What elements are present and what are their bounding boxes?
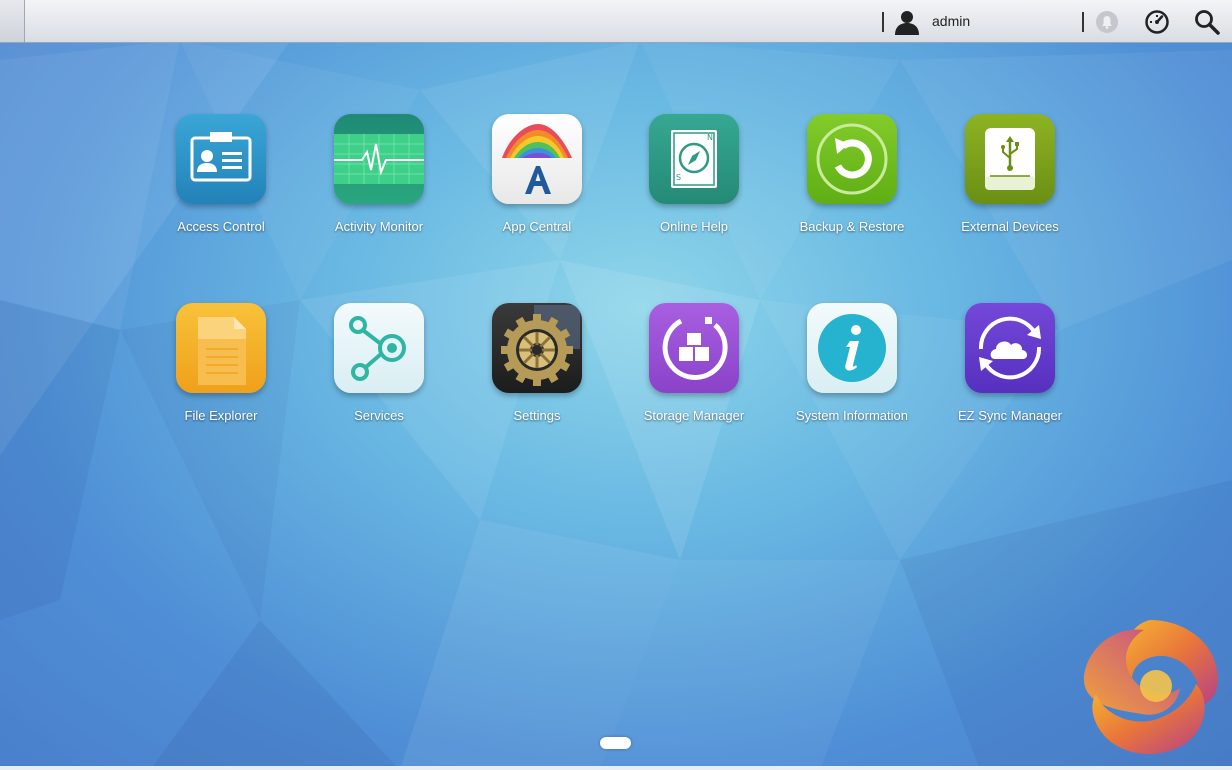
- app-file-explorer[interactable]: File Explorer: [146, 303, 296, 425]
- app-label: Storage Manager: [643, 408, 745, 423]
- app-label: Backup & Restore: [799, 219, 905, 234]
- system-information-icon: [807, 303, 897, 393]
- search-icon[interactable]: [1193, 8, 1221, 36]
- top-bar: admin: [0, 0, 1232, 43]
- app-app-central[interactable]: App Central: [462, 114, 612, 236]
- online-help-icon: N S: [649, 114, 739, 204]
- app-activity-monitor[interactable]: Activity Monitor: [304, 114, 454, 236]
- app-access-control[interactable]: Access Control: [146, 114, 296, 236]
- app-system-information[interactable]: System Information: [777, 303, 927, 425]
- site-watermark-logo: [1078, 614, 1223, 759]
- activity-monitor-icon: [334, 114, 424, 204]
- app-central-icon: [492, 114, 582, 204]
- app-label: Access Control: [177, 219, 265, 234]
- app-label: Activity Monitor: [334, 219, 424, 234]
- compass-n-glyph: N: [707, 133, 713, 142]
- app-storage-manager[interactable]: Storage Manager: [619, 303, 769, 425]
- app-services[interactable]: Services: [304, 303, 454, 425]
- access-control-icon: [176, 114, 266, 204]
- page-indicator-dot[interactable]: [600, 737, 631, 749]
- settings-gear-icon: [492, 303, 582, 393]
- app-label: App Central: [502, 219, 572, 234]
- app-label: Settings: [513, 408, 561, 423]
- app-label: EZ Sync Manager: [957, 408, 1063, 423]
- app-external-devices[interactable]: External Devices: [935, 114, 1085, 236]
- ez-sync-manager-icon: [965, 303, 1055, 393]
- file-explorer-icon: [176, 303, 266, 393]
- bottom-edge: [0, 766, 1232, 770]
- app-label: Services: [354, 408, 404, 423]
- services-icon: [334, 303, 424, 393]
- topbar-separator: [1082, 12, 1084, 32]
- taskbar-left-tab[interactable]: [0, 0, 25, 42]
- app-label: External Devices: [961, 219, 1059, 234]
- backup-restore-icon: [807, 114, 897, 204]
- user-icon[interactable]: [893, 8, 921, 36]
- app-settings[interactable]: Settings: [462, 303, 612, 425]
- app-ez-sync-manager[interactable]: EZ Sync Manager: [935, 303, 1085, 425]
- app-backup-restore[interactable]: Backup & Restore: [777, 114, 927, 236]
- dashboard-gauge-icon[interactable]: [1143, 8, 1171, 36]
- compass-s-glyph: S: [676, 173, 681, 182]
- app-label: System Information: [796, 408, 908, 423]
- notification-bell-icon[interactable]: [1093, 8, 1121, 36]
- app-online-help[interactable]: N S Online Help: [619, 114, 769, 236]
- topbar-separator: [882, 12, 884, 32]
- storage-manager-icon: [649, 303, 739, 393]
- user-name-label[interactable]: admin: [932, 13, 970, 29]
- external-devices-icon: [965, 114, 1055, 204]
- app-label: Online Help: [660, 219, 728, 234]
- app-label: File Explorer: [184, 408, 258, 423]
